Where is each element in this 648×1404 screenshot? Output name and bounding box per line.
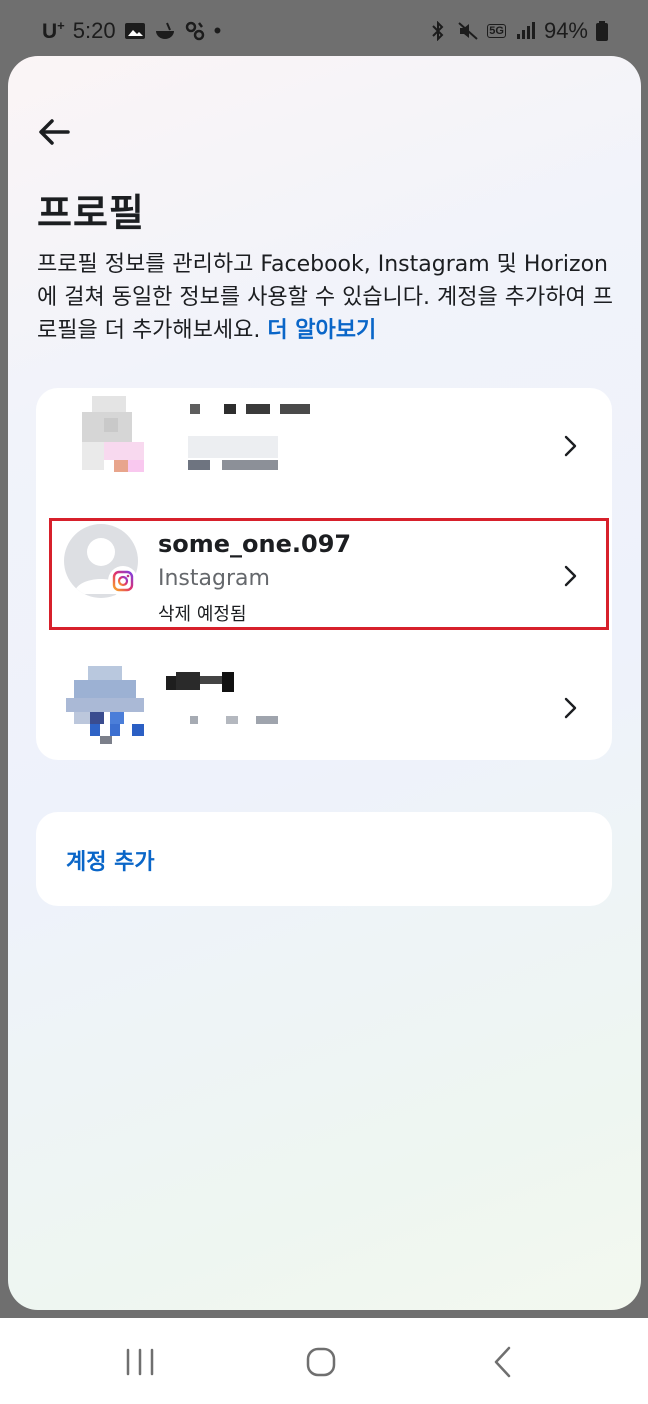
gallery-icon [124,23,145,39]
battery-icon [596,21,608,41]
detail-blurred [190,716,280,728]
account-status: 삭제 예정됨 [158,604,247,625]
detail-blurred [188,436,278,472]
app-notification-icon [185,21,204,41]
back-arrow-icon[interactable] [36,114,72,150]
status-time: 5:20 [72,18,116,43]
learn-more-link[interactable]: 더 알아보기 [267,318,376,343]
profile-sheet: 프로필 프로필 정보를 관리하고 Facebook, Instagram 및 H… [8,56,641,1310]
account-row-blurred-2[interactable] [36,638,612,760]
account-platform: Instagram [158,566,270,591]
avatar-blurred [78,396,146,472]
back-icon[interactable] [484,1342,524,1382]
status-left: U+ 5:20 • [42,18,221,44]
instagram-badge [108,566,138,596]
account-name: some_one.097 [158,530,352,558]
default-avatar [64,524,138,598]
navigation-bar [0,1318,648,1404]
instagram-icon [112,570,134,592]
battery-level: 94% [543,18,588,43]
avatar-blurred [66,666,144,744]
chevron-right-icon [564,435,577,457]
status-right: 5G 94% [427,18,608,44]
status-bar: U+ 5:20 • 5G 94% [0,0,648,62]
chevron-right-icon [564,697,577,719]
chevron-right-icon [564,565,577,587]
bluetooth-icon [432,21,444,41]
home-icon[interactable] [301,1342,341,1382]
account-list: some_one.097 Instagram 삭제 예정됨 [36,388,612,760]
network-type: 5G [487,24,506,38]
highlight-box [49,518,609,630]
food-icon [155,22,174,39]
add-account-button[interactable]: 계정 추가 [36,812,612,906]
carrier-label: U+ [42,18,65,43]
name-blurred [190,404,310,416]
status-dot: • [213,18,222,43]
signal-icon [516,22,535,39]
recents-icon[interactable] [120,1342,160,1382]
mute-icon [458,22,478,40]
add-account-label: 계정 추가 [66,850,155,875]
name-blurred [166,672,236,694]
account-row-blurred-1[interactable] [36,388,612,518]
page-title: 프로필 [37,191,145,235]
page-description: 프로필 정보를 관리하고 Facebook, Instagram 및 Horiz… [37,248,617,347]
